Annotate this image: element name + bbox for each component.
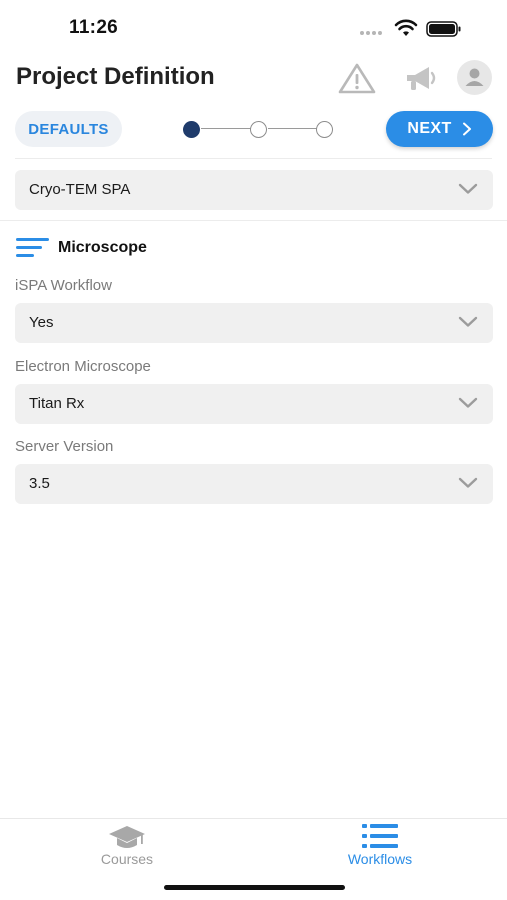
list-icon	[362, 824, 398, 848]
page-title: Project Definition	[16, 63, 215, 90]
next-button-label: NEXT	[407, 120, 452, 137]
electron-microscope-select[interactable]: Titan Rx	[15, 384, 493, 424]
step-connector	[268, 128, 317, 129]
project-type-value: Cryo-TEM SPA	[29, 181, 131, 198]
wifi-icon	[394, 19, 418, 36]
section-title-microscope: Microscope	[58, 239, 147, 256]
graduation-cap-icon	[109, 826, 145, 848]
step-dot-3	[316, 121, 333, 138]
step-dot-1	[183, 121, 200, 138]
server-version-select[interactable]: 3.5	[15, 464, 493, 504]
field-label-server-version: Server Version	[15, 438, 114, 455]
avatar-icon[interactable]	[457, 60, 492, 95]
project-type-select[interactable]: Cryo-TEM SPA	[15, 170, 493, 210]
chevron-down-icon	[458, 183, 478, 194]
chevron-down-icon	[458, 397, 478, 408]
ispa-workflow-select[interactable]: Yes	[15, 303, 493, 343]
warning-icon[interactable]	[338, 62, 376, 94]
step-indicator	[182, 119, 338, 139]
next-button[interactable]: NEXT	[386, 111, 493, 147]
chevron-right-icon	[462, 122, 471, 136]
step-dot-2	[250, 121, 267, 138]
tab-workflows[interactable]: Workflows	[280, 819, 480, 879]
divider	[15, 158, 492, 159]
chevron-down-icon	[458, 316, 478, 327]
ispa-workflow-value: Yes	[29, 314, 54, 331]
field-label-electron-microscope: Electron Microscope	[15, 358, 151, 375]
chevron-down-icon	[458, 477, 478, 488]
cellular-signal-icon	[360, 31, 382, 35]
tab-courses-label: Courses	[100, 851, 154, 867]
tab-courses[interactable]: Courses	[27, 819, 227, 879]
status-bar: 11:26	[0, 0, 507, 56]
home-indicator[interactable]	[164, 885, 345, 890]
field-label-ispa-workflow: iSPA Workflow	[15, 277, 112, 294]
megaphone-icon[interactable]	[403, 63, 439, 93]
server-version-value: 3.5	[29, 475, 50, 492]
tab-workflows-label: Workflows	[347, 851, 413, 867]
defaults-button[interactable]: DEFAULTS	[15, 111, 122, 147]
electron-microscope-value: Titan Rx	[29, 395, 85, 412]
header: Project Definition	[0, 56, 507, 100]
status-time: 11:26	[69, 17, 119, 38]
list-lines-icon	[16, 238, 49, 257]
divider	[0, 220, 507, 221]
battery-icon	[426, 21, 461, 37]
